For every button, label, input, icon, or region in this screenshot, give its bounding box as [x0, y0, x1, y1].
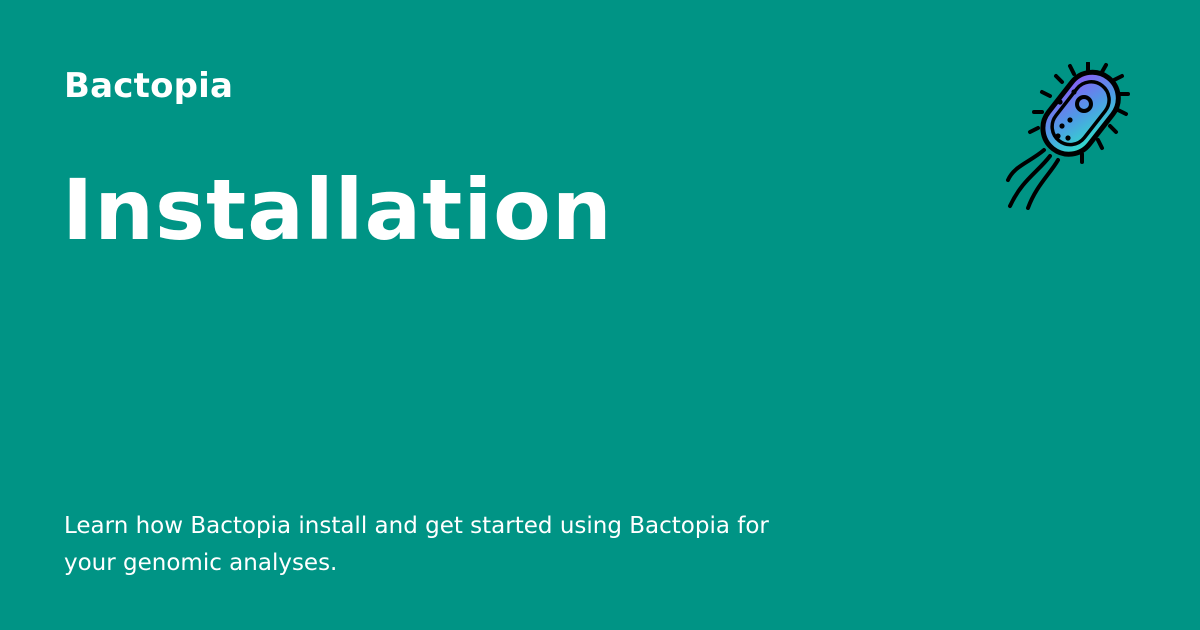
page-description: Learn how Bactopia install and get start…: [64, 513, 769, 576]
site-name: Bactopia: [64, 66, 234, 106]
bacterium-icon: [1006, 62, 1130, 210]
page-title: Installation: [62, 161, 613, 259]
